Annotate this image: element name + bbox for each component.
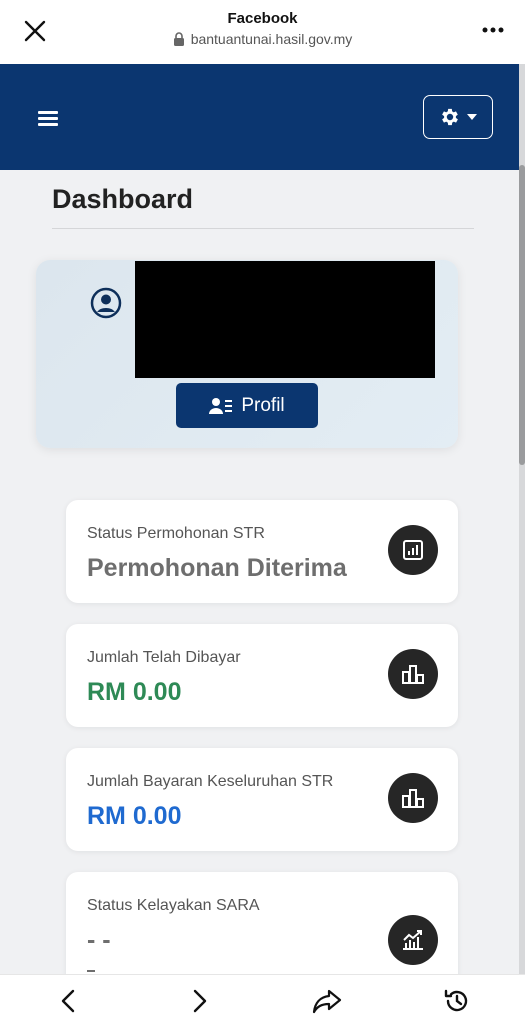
share-icon xyxy=(312,989,342,1014)
card-value: Permohonan Diterima xyxy=(87,554,347,582)
share-button[interactable] xyxy=(312,987,342,1015)
card-jumlah-bayaran-keseluruhan[interactable]: Jumlah Bayaran Keseluruhan STR RM 0.00 xyxy=(66,748,458,851)
card-value: - - xyxy=(87,926,111,954)
settings-dropdown-button[interactable] xyxy=(423,95,493,139)
page-title: Dashboard xyxy=(52,184,194,214)
bar-chart-icon xyxy=(388,649,438,699)
user-circle-icon xyxy=(90,287,122,319)
card-status-permohonan[interactable]: Status Permohonan STR Permohonan Diterim… xyxy=(66,500,458,603)
card-value: RM 0.00 xyxy=(87,678,182,706)
more-icon xyxy=(482,27,504,33)
browser-url[interactable]: bantuantunai.hasil.gov.my xyxy=(0,31,525,47)
card-label: Status Permohonan STR xyxy=(87,525,265,542)
menu-button[interactable] xyxy=(38,108,64,130)
back-icon xyxy=(61,989,75,1013)
trend-chart-icon xyxy=(388,915,438,965)
back-button[interactable] xyxy=(53,987,83,1015)
lock-icon xyxy=(173,32,184,46)
profile-button[interactable]: Profil xyxy=(176,383,318,428)
caret-down-icon xyxy=(467,114,477,120)
card-label: Jumlah Bayaran Keseluruhan STR xyxy=(87,773,334,790)
forward-icon xyxy=(193,989,207,1013)
card-subvalue-partial xyxy=(87,970,95,972)
browser-bottom-bar xyxy=(0,974,525,1025)
bar-chart-icon xyxy=(388,773,438,823)
card-jumlah-telah-dibayar[interactable]: Jumlah Telah Dibayar RM 0.00 xyxy=(66,624,458,727)
profile-card: Profil xyxy=(36,260,458,448)
scrollbar-thumb[interactable] xyxy=(519,165,525,465)
gear-icon xyxy=(442,108,458,126)
browser-title: Facebook xyxy=(227,10,298,27)
report-icon xyxy=(388,525,438,575)
user-details-icon xyxy=(209,397,233,414)
profile-button-label: Profil xyxy=(241,394,285,416)
forward-button[interactable] xyxy=(185,987,215,1015)
history-icon xyxy=(444,989,468,1012)
more-options-button[interactable] xyxy=(479,18,507,42)
card-label: Status Kelayakan SARA xyxy=(87,897,260,914)
card-label: Jumlah Telah Dibayar xyxy=(87,649,241,666)
browser-bar: Facebook bantuantunai.hasil.gov.my xyxy=(0,0,525,64)
url-text: bantuantunai.hasil.gov.my xyxy=(190,31,353,47)
app-header xyxy=(0,64,525,170)
redacted-user-info xyxy=(135,261,435,378)
card-value: RM 0.00 xyxy=(87,802,182,830)
title-divider xyxy=(52,228,474,229)
history-button[interactable] xyxy=(442,987,472,1015)
